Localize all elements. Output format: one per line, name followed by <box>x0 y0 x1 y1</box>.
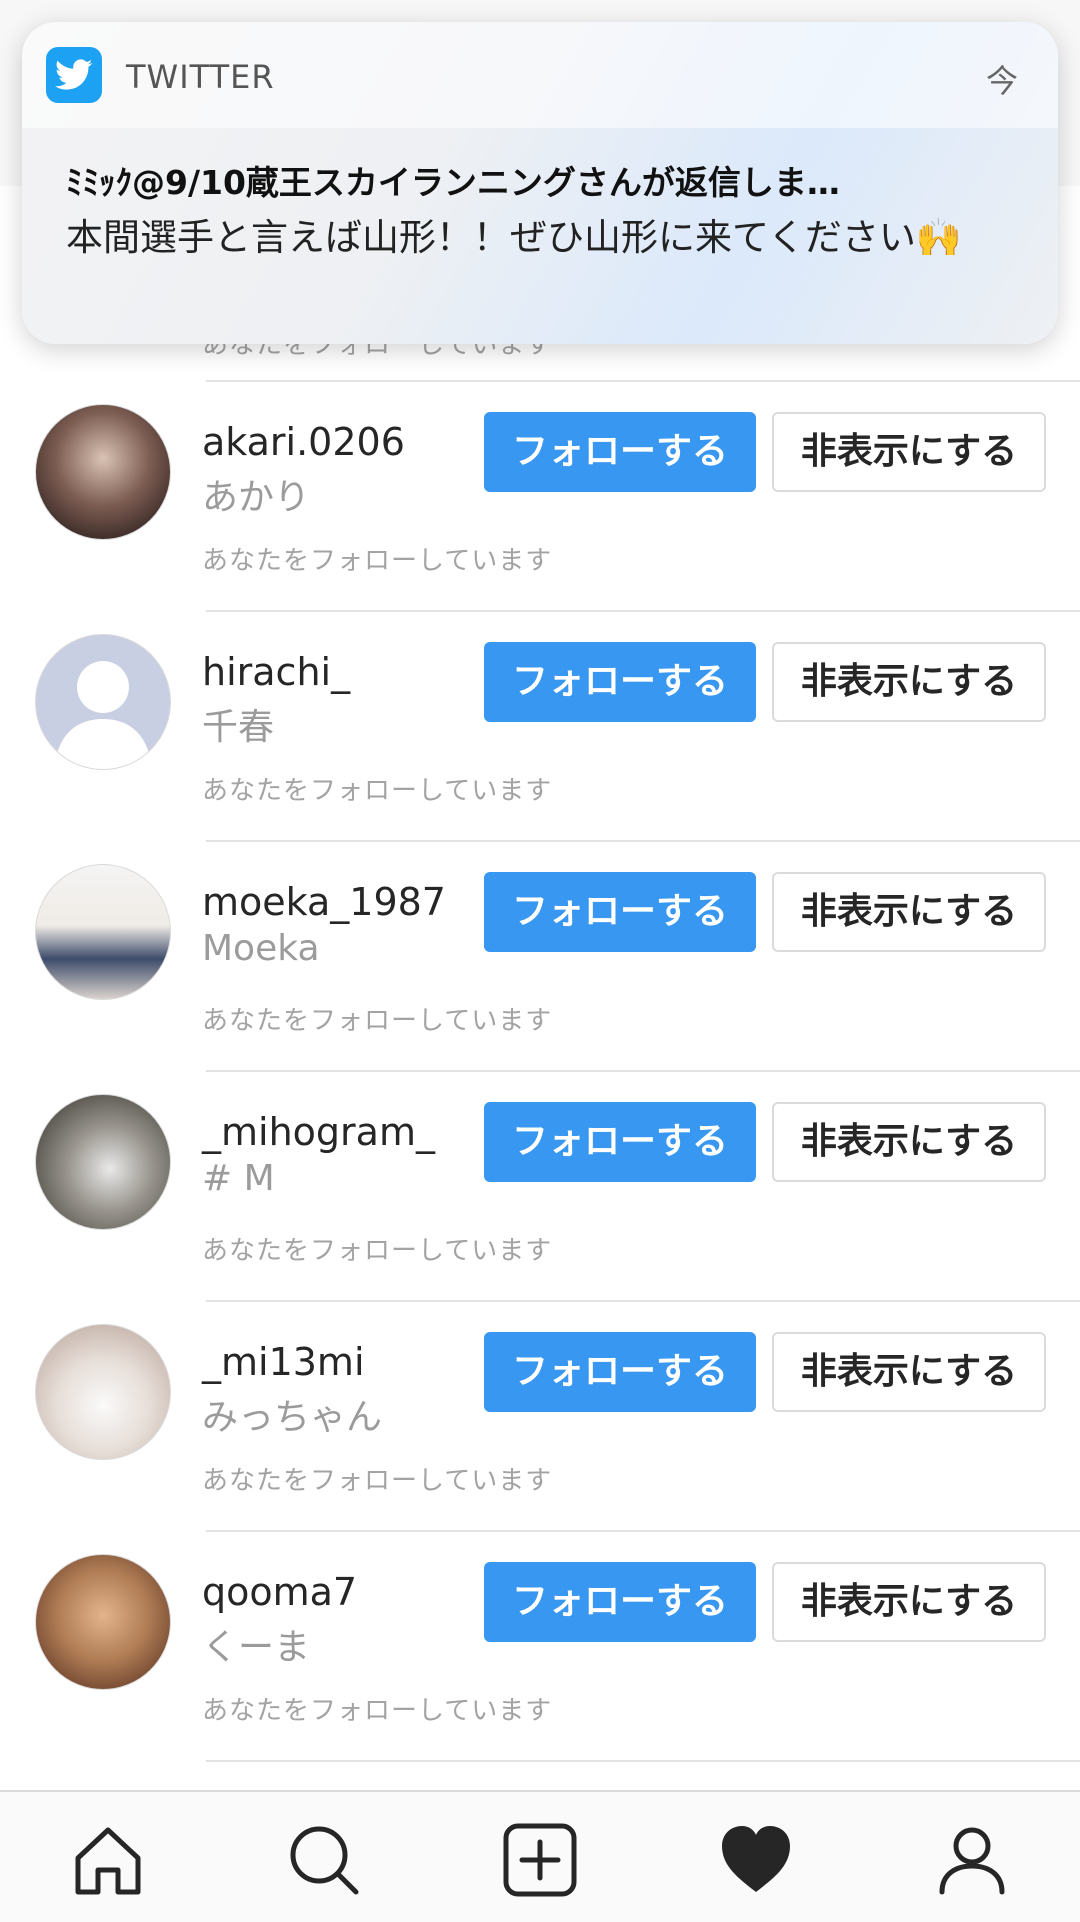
suggestion-row[interactable]: akari.0206 あかり フォローする 非表示にする あなたをフォローしてい… <box>0 382 1080 612</box>
follows-you-label: あなたをフォローしています <box>202 776 553 806</box>
username[interactable]: qooma7 <box>202 1570 357 1614</box>
default-avatar-icon <box>54 661 152 769</box>
full-name: Moeka <box>202 928 320 969</box>
follow-button[interactable]: フォローする <box>484 872 756 952</box>
follow-button[interactable]: フォローする <box>484 1332 756 1412</box>
follows-you-label: あなたをフォローしています <box>202 1006 553 1036</box>
notification-app-name: TWITTER <box>126 58 275 96</box>
avatar[interactable] <box>35 1324 171 1460</box>
follows-you-label: あなたをフォローしています <box>202 1236 553 1266</box>
notification-body: 本間選手と言えば山形！！ぜひ山形に来てください🙌 <box>66 216 962 259</box>
username[interactable]: _mihogram_ <box>202 1110 435 1154</box>
follows-you-label: あなたをフォローしています <box>202 546 553 576</box>
follow-button[interactable]: フォローする <box>484 1562 756 1642</box>
hide-button[interactable]: 非表示にする <box>772 872 1046 952</box>
follows-you-label: あなたをフォローしています <box>202 1696 553 1726</box>
full-name: みっちゃん <box>202 1397 383 1438</box>
twitter-app-icon <box>46 47 102 103</box>
follow-button[interactable]: フォローする <box>484 412 756 492</box>
notification-title: ﾐﾐｯｸ@9/10蔵王スカイランニングさんが返信しま… <box>66 163 840 202</box>
profile-icon[interactable] <box>934 1822 1010 1898</box>
suggestion-row[interactable]: moeka_1987 Moeka フォローする 非表示にする あなたをフォローし… <box>0 842 1080 1072</box>
twitter-notification-banner[interactable]: TWITTER 今 ﾐﾐｯｸ@9/10蔵王スカイランニングさんが返信しま… 本間… <box>22 22 1058 344</box>
full-name: # M <box>202 1158 275 1199</box>
avatar[interactable] <box>35 404 171 540</box>
avatar[interactable] <box>35 864 171 1000</box>
hide-button[interactable]: 非表示にする <box>772 1332 1046 1412</box>
activity-heart-icon[interactable] <box>718 1822 794 1898</box>
avatar[interactable] <box>35 1554 171 1690</box>
full-name: あかり <box>202 477 311 518</box>
home-icon[interactable] <box>70 1822 146 1898</box>
full-name: 千春 <box>202 707 275 748</box>
avatar[interactable] <box>35 1094 171 1230</box>
suggestion-row[interactable]: _mihogram_ # M フォローする 非表示にする あなたをフォローしてい… <box>0 1072 1080 1302</box>
full-name: くーま <box>202 1627 311 1668</box>
row-divider <box>206 1760 1080 1762</box>
hide-button[interactable]: 非表示にする <box>772 1102 1046 1182</box>
suggestion-row[interactable]: _mi13mi みっちゃん フォローする 非表示にする あなたをフォローしていま… <box>0 1302 1080 1532</box>
username[interactable]: _mi13mi <box>202 1340 365 1384</box>
hide-button[interactable]: 非表示にする <box>772 412 1046 492</box>
new-post-icon[interactable] <box>502 1822 578 1898</box>
hide-button[interactable]: 非表示にする <box>772 642 1046 722</box>
hide-button[interactable]: 非表示にする <box>772 1562 1046 1642</box>
follow-button[interactable]: フォローする <box>484 1102 756 1182</box>
suggestion-row[interactable]: hirachi_ 千春 フォローする 非表示にする あなたをフォローしています <box>0 612 1080 842</box>
username[interactable]: akari.0206 <box>202 420 405 464</box>
twitter-bird-icon <box>55 59 93 90</box>
username[interactable]: hirachi_ <box>202 650 350 694</box>
follow-button[interactable]: フォローする <box>484 642 756 722</box>
bottom-tab-bar <box>0 1790 1080 1922</box>
suggestion-row[interactable]: qooma7 くーま フォローする 非表示にする あなたをフォローしています <box>0 1532 1080 1762</box>
notification-time: 今 <box>985 62 1018 100</box>
search-icon[interactable] <box>286 1822 362 1898</box>
avatar[interactable] <box>35 634 171 770</box>
username[interactable]: moeka_1987 <box>202 880 446 924</box>
notification-header: TWITTER 今 <box>22 22 1058 128</box>
follows-you-label: あなたをフォローしています <box>202 1466 553 1496</box>
